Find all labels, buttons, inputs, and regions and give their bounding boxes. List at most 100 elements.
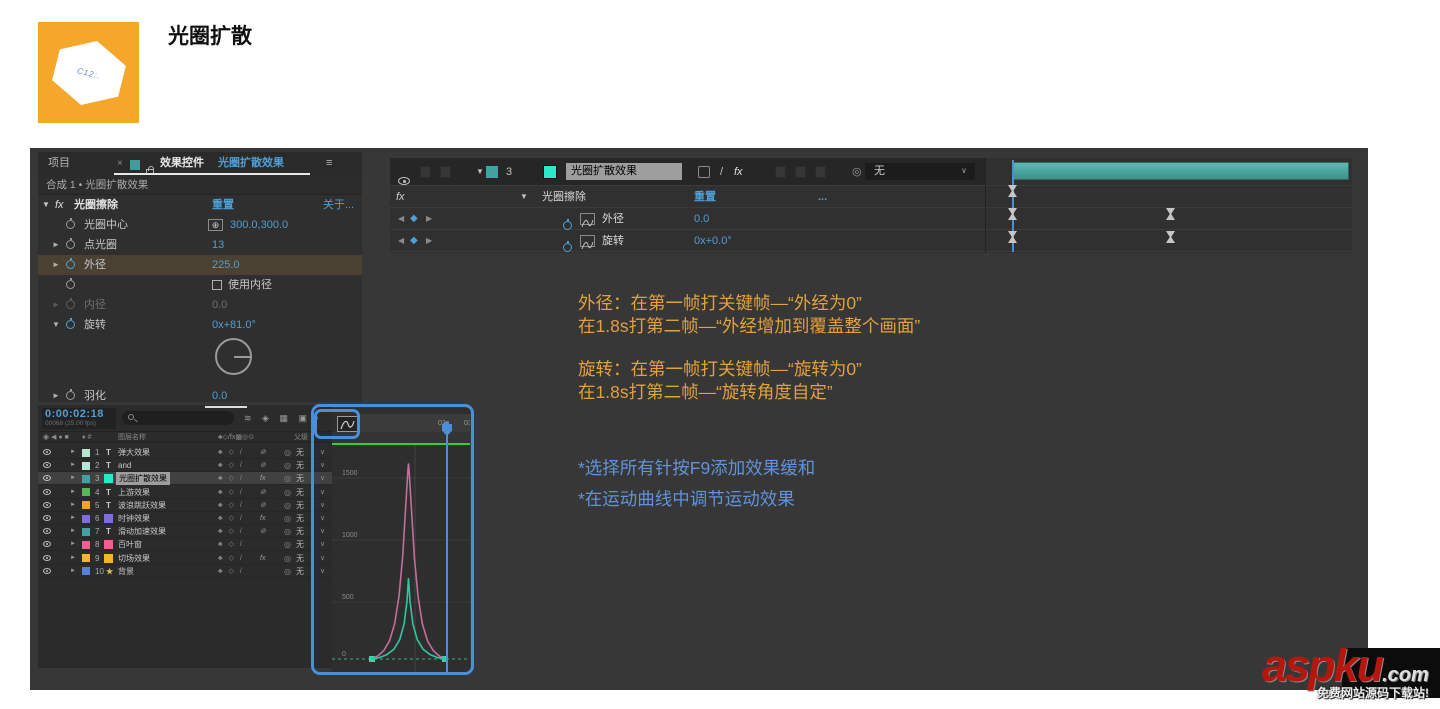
layer-label-color[interactable] — [82, 567, 90, 576]
property-value[interactable]: 0.0 — [694, 208, 709, 230]
tab-comp-name[interactable]: 光圈扩散效果 — [218, 152, 284, 175]
twirl-closed-icon[interactable]: ► — [70, 525, 76, 538]
layer-row-1[interactable]: ► 1 T 弹大效果 ♣ ◇ / ⊘ ◎ 无 ∨ — [38, 446, 332, 459]
layer-duration-bar[interactable] — [1013, 162, 1349, 180]
layer-name[interactable]: 波浪跳跃效果 — [118, 499, 166, 512]
reset-link[interactable]: 重置 — [694, 186, 716, 208]
layer-row-3-selected[interactable]: ► 3 光圈扩散效果 ♣ ◇ / fx ◎ 无 ∨ — [38, 472, 332, 486]
parent-value[interactable]: 无 — [296, 446, 304, 459]
property-label[interactable]: 外径 — [602, 208, 624, 230]
chevron-down-icon[interactable]: ∨ — [320, 525, 325, 538]
chevron-down-icon[interactable]: ∨ — [320, 538, 325, 551]
search-field[interactable] — [122, 411, 234, 425]
solid-color-swatch[interactable] — [104, 540, 113, 550]
layer-switches[interactable]: ♣ ◇ / — [218, 565, 244, 578]
eye-icon[interactable] — [43, 567, 51, 574]
stopwatch-icon[interactable] — [66, 238, 75, 249]
twirl-closed-icon[interactable]: ► — [52, 235, 60, 255]
layer-switches[interactable]: ♣ ◇ / — [218, 525, 244, 538]
property-value[interactable]: 0.0 — [212, 386, 227, 406]
fx-icon[interactable]: fx — [734, 158, 743, 186]
solid-color-swatch[interactable] — [104, 514, 113, 523]
use-inner-checkbox[interactable] — [212, 280, 222, 290]
panel-menu-icon[interactable]: ≡ — [326, 152, 332, 175]
switch-cell[interactable] — [775, 166, 786, 178]
layer-label-color[interactable] — [82, 540, 90, 549]
eye-icon[interactable] — [43, 488, 51, 495]
timecode-box[interactable]: 0:00:02:18 00068 (25.00 fps) — [42, 408, 116, 429]
stopwatch-icon[interactable] — [66, 218, 75, 229]
parent-value[interactable]: 无 — [296, 512, 304, 525]
layer-name[interactable]: 背景 — [118, 565, 134, 578]
layer-switches[interactable]: ♣ ◇ / — [218, 512, 244, 525]
effect-name[interactable]: 光圈擦除 — [542, 186, 586, 208]
next-keyframe-icon[interactable]: ▶ — [426, 230, 432, 252]
layer-switches[interactable]: ♣ ◇ / — [218, 472, 244, 485]
parent-pickwhip-icon[interactable]: ◎ — [284, 446, 291, 459]
chevron-down-icon[interactable]: ∨ — [320, 486, 325, 499]
layer-label-color[interactable] — [82, 474, 90, 483]
eye-icon[interactable] — [43, 554, 51, 561]
twirl-closed-icon[interactable]: ► — [52, 255, 60, 275]
layer-name[interactable]: 上游效果 — [118, 486, 150, 499]
parent-pickwhip-icon[interactable]: ◎ — [284, 538, 291, 551]
graph-editor-icon[interactable] — [337, 416, 358, 432]
tab-project[interactable]: 项目 — [48, 152, 70, 175]
layer-row-8[interactable]: ► 8 百叶窗 ♣ ◇ / ◎ 无 ∨ — [38, 538, 332, 552]
parent-pickwhip-icon[interactable]: ◎ — [284, 472, 291, 485]
stopwatch-icon-active[interactable] — [563, 240, 572, 252]
layer-name-selected[interactable]: 光圈扩散效果 — [566, 163, 682, 180]
eye-icon[interactable] — [43, 475, 51, 482]
layer-name[interactable]: 滑动加速效果 — [118, 525, 166, 538]
twirl-closed-icon[interactable]: ► — [70, 486, 76, 499]
panel-toolbar-icons[interactable]: ≋ ◈ ▦ ▣⊘ — [244, 413, 323, 424]
twirl-closed-icon[interactable]: ► — [70, 538, 76, 551]
twirl-closed-icon[interactable]: ► — [70, 459, 76, 472]
stopwatch-icon[interactable] — [66, 389, 75, 400]
about-link[interactable]: 关于... — [323, 195, 354, 215]
parent-dropdown[interactable]: 无 ∨ — [865, 163, 975, 180]
layer-name[interactable]: 切场效果 — [118, 552, 150, 565]
parent-pickwhip-icon[interactable]: ◎ — [284, 552, 291, 565]
parent-pickwhip-icon[interactable]: ◎ — [284, 525, 291, 538]
reset-link[interactable]: 重置 — [212, 195, 234, 215]
parent-value[interactable]: 无 — [296, 472, 304, 485]
layer-row-9[interactable]: ► 9 切场效果 ♣ ◇ / fx ◎ 无 ∨ — [38, 552, 332, 565]
layer-name-header[interactable]: 图层名称 — [118, 432, 146, 444]
layer-switches[interactable]: ♣ ◇ / — [218, 486, 244, 499]
parent-header[interactable]: 父级 — [294, 432, 308, 444]
layer-row-6[interactable]: ► 6 时钟效果 ♣ ◇ / fx ◎ 无 ∨ — [38, 512, 332, 525]
twirl-closed-icon[interactable]: ► — [70, 512, 76, 525]
layer-name[interactable]: 弹大效果 — [118, 446, 150, 459]
layer-label-color[interactable] — [82, 554, 90, 563]
switch-cell[interactable] — [440, 166, 451, 178]
fx-badge-icon[interactable]: fx — [55, 195, 64, 215]
stopwatch-icon-active[interactable] — [66, 258, 75, 269]
layer-switches[interactable]: ♣ ◇ / — [218, 552, 244, 565]
parent-value[interactable]: 无 — [296, 565, 304, 578]
current-timecode[interactable]: 0:00:02:18 — [45, 409, 113, 420]
switch-cell[interactable] — [815, 166, 826, 178]
eye-icon[interactable] — [43, 462, 51, 469]
layer-row-10[interactable]: ► 10 ★ 背景 ♣ ◇ / ◎ 无 ∨ — [38, 565, 332, 578]
layer-extra-switch[interactable]: ⊘ — [260, 525, 266, 538]
link-icon[interactable]: ⊘ — [311, 413, 323, 423]
eye-icon[interactable] — [43, 501, 51, 508]
parent-pickwhip-icon[interactable]: ◎ — [284, 459, 291, 472]
layer-name[interactable]: 时钟效果 — [118, 512, 150, 525]
switch-cell[interactable] — [795, 166, 806, 178]
twirl-open-icon[interactable]: ▼ — [520, 186, 528, 208]
layer-label-color[interactable] — [82, 448, 90, 457]
twirl-open-icon[interactable]: ▼ — [476, 158, 484, 186]
layer-label-color[interactable] — [82, 514, 90, 523]
property-label[interactable]: 旋转 — [602, 230, 624, 252]
layer-label-color[interactable] — [82, 488, 90, 497]
twirl-closed-icon[interactable]: ► — [70, 472, 76, 485]
quality-icon[interactable]: / — [720, 158, 723, 186]
property-value[interactable]: 0x+0.0° — [694, 230, 732, 252]
stopwatch-icon-active[interactable] — [66, 318, 75, 329]
layer-row-5[interactable]: ► 5 T 波浪跳跃效果 ♣ ◇ / ⊘ ◎ 无 ∨ — [38, 499, 332, 512]
parent-pickwhip-icon[interactable]: ◎ — [284, 486, 291, 499]
parent-value[interactable]: 无 — [296, 525, 304, 538]
twirl-open-icon[interactable]: ▼ — [52, 315, 60, 335]
